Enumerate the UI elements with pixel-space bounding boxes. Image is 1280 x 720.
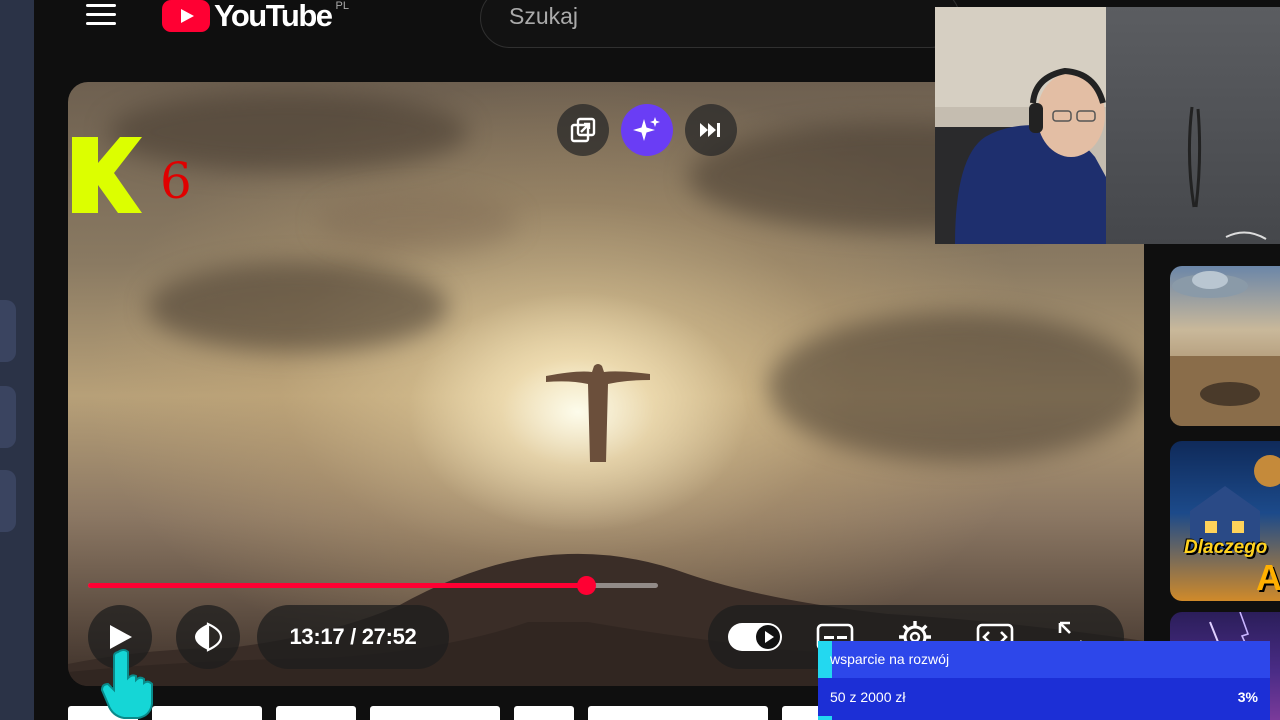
webcam-overlay	[935, 7, 1106, 244]
search-placeholder: Szukaj	[509, 3, 579, 29]
dock-item-1[interactable]	[0, 300, 16, 362]
cloud	[148, 262, 448, 352]
progress-bar[interactable]	[88, 576, 658, 595]
region-code: PL	[335, 0, 349, 12]
statue-silhouette	[546, 364, 650, 462]
volume-button[interactable]	[176, 605, 240, 669]
progress-watched	[88, 583, 586, 588]
ai-sparkle-icon	[633, 117, 660, 141]
thumbnail-letter: A	[1256, 557, 1280, 598]
ufo-thumbnail-art	[1170, 271, 1280, 426]
support-percent: 3%	[1237, 689, 1258, 705]
support-title: wsparcie na rozwój	[830, 651, 950, 667]
youtube-logo[interactable]: YouTube PL	[162, 0, 349, 33]
search-input[interactable]: Szukaj	[480, 0, 960, 48]
thumbnail-caption: Dlaczego	[1184, 537, 1268, 558]
dock-item-3[interactable]	[0, 470, 16, 532]
miniplayer-button[interactable]	[557, 104, 609, 156]
skip-next-button[interactable]	[685, 104, 737, 156]
channel-mark-number: 6	[160, 152, 192, 210]
support-progress-bar	[818, 716, 832, 720]
skip-next-icon	[700, 123, 720, 137]
cable-decoration	[1187, 106, 1267, 240]
ai-button[interactable]	[621, 104, 673, 156]
support-header: wsparcie na rozwój	[818, 641, 1270, 678]
channel-k-logo	[72, 137, 142, 213]
webcam-person	[935, 7, 1106, 244]
autoplay-play-icon	[756, 625, 780, 649]
menu-icon[interactable]	[86, 4, 116, 28]
miniplayer-icon	[570, 117, 596, 143]
volume-icon	[195, 622, 223, 652]
logo-text: YouTube	[214, 0, 333, 33]
recommended-video-thumbnail-2[interactable]: Dlaczego A	[1170, 441, 1280, 601]
hand-cursor-icon	[100, 649, 153, 719]
webcam-background	[1106, 7, 1280, 244]
desktop-dock	[0, 0, 34, 720]
support-amount: 50 z 2000 zł	[830, 689, 906, 705]
support-goal-widget: wsparcie na rozwój 50 z 2000 zł 3%	[818, 641, 1270, 720]
recommended-video-thumbnail-1[interactable]	[1170, 266, 1280, 426]
autoplay-toggle[interactable]	[728, 623, 782, 651]
time-display: 13:17 / 27:52	[257, 605, 449, 669]
cloud	[318, 192, 518, 252]
youtube-play-logo-icon	[162, 0, 210, 32]
progress-scrubber[interactable]	[576, 576, 596, 595]
dock-item-2[interactable]	[0, 386, 16, 448]
